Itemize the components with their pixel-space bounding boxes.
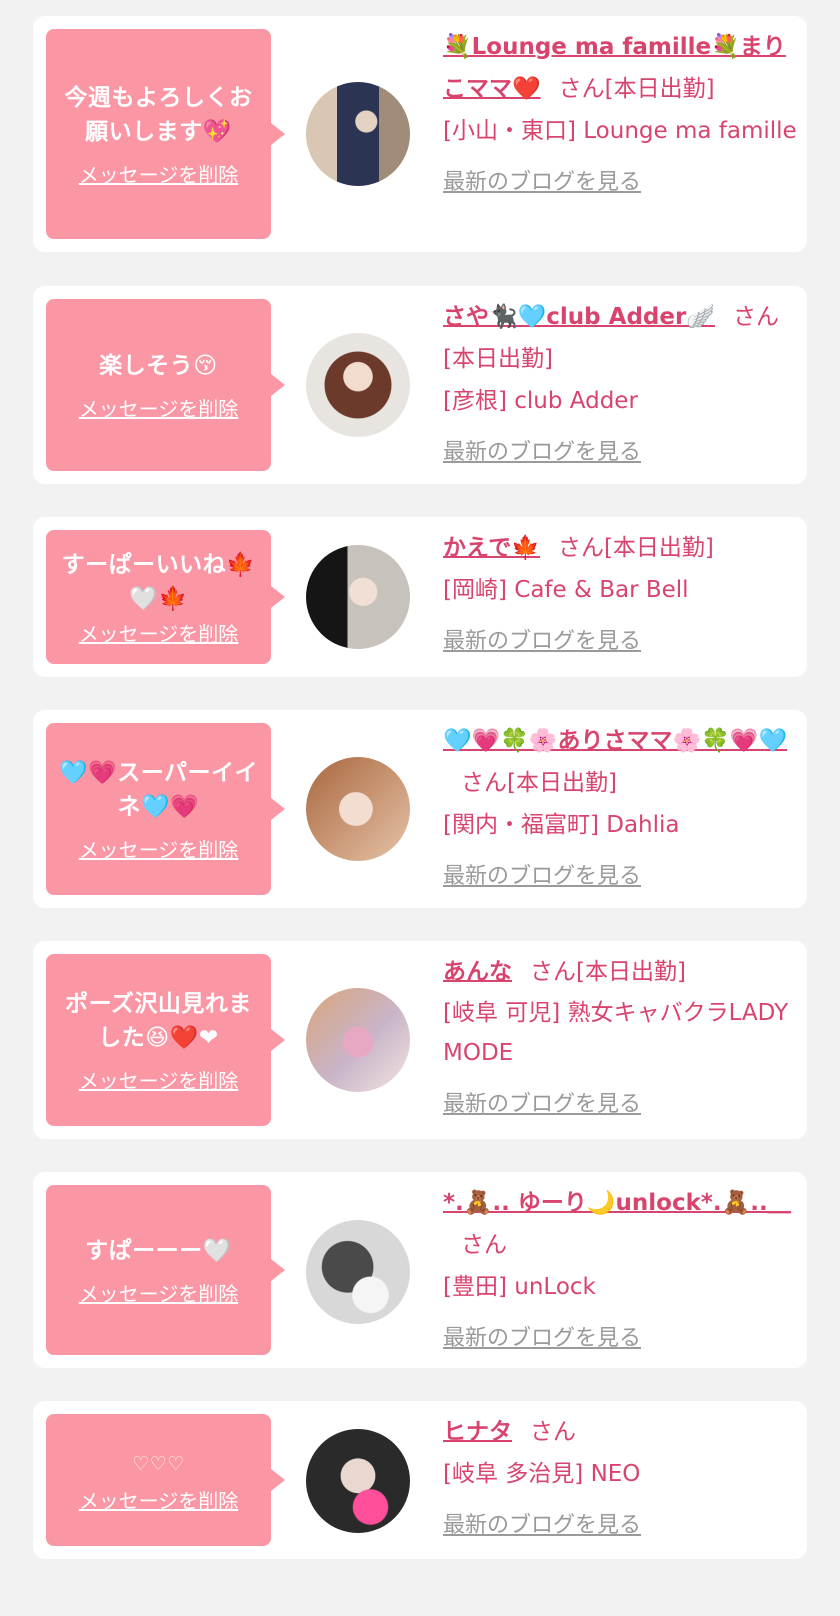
message-bubble: すぱーーー🤍 メッセージを削除 [46, 1185, 285, 1355]
delete-message-link[interactable]: メッセージを削除 [79, 159, 239, 188]
message-text: 今週もよろしくお願いします💖 [64, 84, 253, 145]
profile-info: 💐Lounge ma famille💐まりこママ❤️ さん[本日出勤] [小山・東… [443, 26, 797, 204]
profile-name-link[interactable]: さや🐈‍⬛🩵club Adder🪽 [443, 304, 715, 330]
name-suffix: さん[本日出勤] [530, 959, 686, 985]
latest-blog-link[interactable]: 最新のブログを見る [443, 621, 641, 663]
profile-info: *.🧸.. ゆーり🌙unlock*.🧸..＿ さん [豊田] unLock 最新の… [443, 1182, 797, 1360]
name-suffix: さん [461, 1232, 507, 1258]
message-text: 楽しそう😚 [99, 352, 218, 379]
latest-blog-link[interactable]: 最新のブログを見る [443, 1084, 641, 1126]
delete-message-link[interactable]: メッセージを削除 [79, 1065, 239, 1094]
message-bubble: 今週もよろしくお願いします💖 メッセージを削除 [46, 29, 285, 239]
avatar[interactable] [306, 757, 410, 861]
profile-info: 🩵💗🍀🌸ありさママ🌸🍀💗🩵 さん[本日出勤] [関内・福富町] Dahlia 最新… [443, 720, 797, 898]
avatar[interactable] [306, 545, 410, 649]
message-text: すぱーーー🤍 [85, 1237, 232, 1264]
message-list: 今週もよろしくお願いします💖 メッセージを削除 💐Lounge ma famil… [0, 0, 840, 1616]
message-bubble: 楽しそう😚 メッセージを削除 [46, 299, 285, 471]
message-bubble: ♡♡♡ メッセージを削除 [46, 1414, 285, 1546]
avatar[interactable] [306, 988, 410, 1092]
latest-blog-link[interactable]: 最新のブログを見る [443, 1505, 641, 1547]
latest-blog-link[interactable]: 最新のブログを見る [443, 432, 641, 474]
avatar[interactable] [306, 1429, 410, 1533]
list-item: すぱーーー🤍 メッセージを削除 *.🧸.. ゆーり🌙unlock*.🧸..＿ さん… [33, 1172, 807, 1368]
message-bubble: すーぱーいいね🍁🤍🍁 メッセージを削除 [46, 530, 285, 664]
profile-info: さや🐈‍⬛🩵club Adder🪽 さん[本日出勤] [彦根] club Adde… [443, 296, 797, 474]
latest-blog-link[interactable]: 最新のブログを見る [443, 162, 641, 204]
profile-name-link[interactable]: あんな [443, 959, 512, 985]
avatar[interactable] [306, 1220, 410, 1324]
profile-name-link[interactable]: ヒナタ [443, 1419, 512, 1445]
profile-name-link[interactable]: *.🧸.. ゆーり🌙unlock*.🧸..＿ [443, 1190, 791, 1216]
profile-name-link[interactable]: 🩵💗🍀🌸ありさママ🌸🍀💗🩵 [443, 728, 787, 754]
profile-info: ヒナタ さん [岐阜 多治見] NEO 最新のブログを見る [443, 1411, 797, 1547]
message-bubble: 🩵💗スーパーイイネ🩵💗 メッセージを削除 [46, 723, 285, 895]
list-item: 🩵💗スーパーイイネ🩵💗 メッセージを削除 🩵💗🍀🌸ありさママ🌸🍀💗🩵 さん[本日出… [33, 710, 807, 908]
list-item: すーぱーいいね🍁🤍🍁 メッセージを削除 かえで🍁 さん[本日出勤] [岡崎] Ca… [33, 517, 807, 677]
avatar[interactable] [306, 82, 410, 186]
message-bubble: ポーズ沢山見れました😆❤️❤ メッセージを削除 [46, 954, 285, 1126]
shop-label: [岡崎] Cafe & Bar Bell [443, 577, 689, 603]
name-suffix: さん[本日出勤] [461, 770, 617, 796]
message-text: ポーズ沢山見れました😆❤️❤ [65, 990, 252, 1051]
delete-message-link[interactable]: メッセージを削除 [79, 1485, 239, 1514]
profile-info: かえで🍁 さん[本日出勤] [岡崎] Cafe & Bar Bell 最新のブログ… [443, 527, 797, 663]
latest-blog-link[interactable]: 最新のブログを見る [443, 856, 641, 898]
shop-label: [小山・東口] Lounge ma famille [443, 118, 797, 144]
delete-message-link[interactable]: メッセージを削除 [79, 393, 239, 422]
list-item: 今週もよろしくお願いします💖 メッセージを削除 💐Lounge ma famil… [33, 16, 807, 252]
name-suffix: さん[本日出勤] [557, 535, 714, 561]
name-suffix: さん [530, 1419, 576, 1445]
list-item: 楽しそう😚 メッセージを削除 さや🐈‍⬛🩵club Adder🪽 さん[本日出勤]… [33, 286, 807, 484]
delete-message-link[interactable]: メッセージを削除 [79, 1278, 239, 1307]
message-text: ♡♡♡ [132, 1452, 185, 1475]
profile-name-link[interactable]: かえで🍁 [443, 535, 540, 561]
message-text: すーぱーいいね🍁🤍🍁 [61, 551, 256, 612]
latest-blog-link[interactable]: 最新のブログを見る [443, 1318, 641, 1360]
list-item: ポーズ沢山見れました😆❤️❤ メッセージを削除 あんな さん[本日出勤] [岐阜 … [33, 941, 807, 1139]
shop-label: [岐阜 可児] 熟女キャバクラLADY MODE [443, 1000, 789, 1066]
profile-info: あんな さん[本日出勤] [岐阜 可児] 熟女キャバクラLADY MODE 最新の… [443, 951, 797, 1126]
delete-message-link[interactable]: メッセージを削除 [79, 618, 239, 647]
message-text: 🩵💗スーパーイイネ🩵💗 [58, 759, 259, 820]
shop-label: [豊田] unLock [443, 1274, 596, 1300]
delete-message-link[interactable]: メッセージを削除 [79, 834, 239, 863]
avatar[interactable] [306, 333, 410, 437]
shop-label: [彦根] club Adder [443, 388, 638, 414]
name-suffix: さん[本日出勤] [558, 76, 715, 102]
shop-label: [岐阜 多治見] NEO [443, 1461, 641, 1487]
shop-label: [関内・福富町] Dahlia [443, 812, 680, 838]
list-item: ♡♡♡ メッセージを削除 ヒナタ さん [岐阜 多治見] NEO 最新のブログを見… [33, 1401, 807, 1559]
